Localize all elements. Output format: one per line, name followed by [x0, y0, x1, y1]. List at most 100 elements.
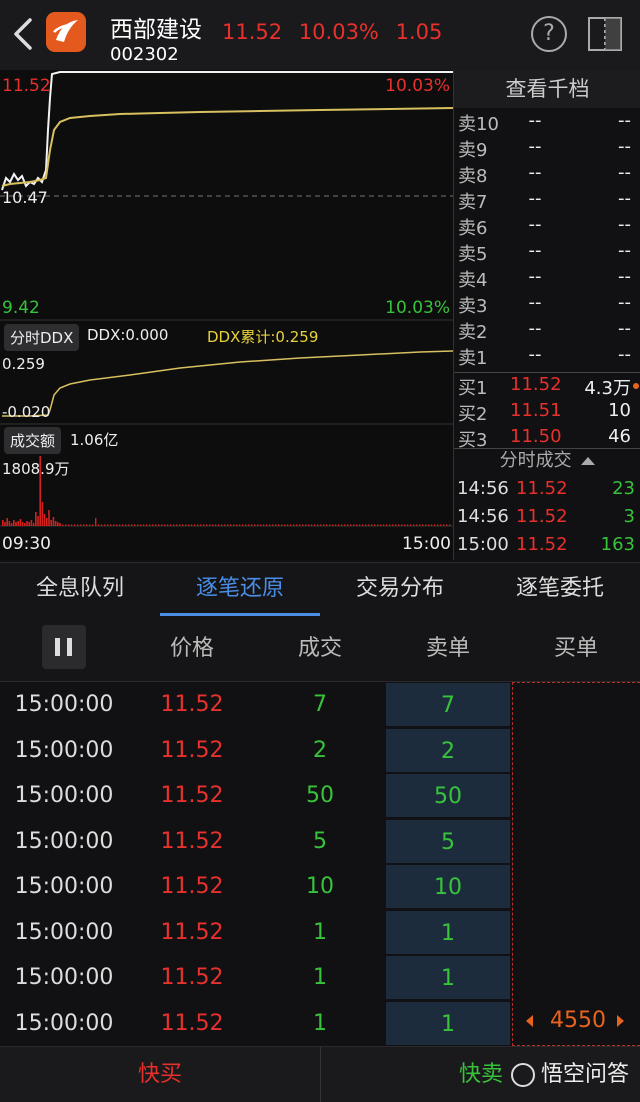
ask-volume: --	[618, 266, 631, 287]
pct-low-label: 10.03%	[385, 298, 450, 318]
volume-bar	[24, 523, 26, 526]
ask-label: 卖9	[458, 140, 488, 161]
ask-label: 卖1	[458, 348, 488, 369]
volume-bar	[353, 524, 355, 526]
row-sell: 1	[386, 910, 510, 954]
ask-row: 卖1 -- --	[454, 344, 640, 370]
volume-bar	[122, 524, 124, 526]
header-buy: 买单	[553, 636, 598, 661]
volume-bar	[77, 524, 79, 526]
ask-price: --	[528, 266, 542, 287]
amount-tab-button[interactable]: 成交额	[4, 427, 62, 454]
ask-volume: --	[618, 344, 631, 365]
ddx-tab-button[interactable]: 分时DDX	[4, 324, 80, 351]
tab-tick-restore[interactable]: 逐笔还原	[160, 563, 320, 617]
ddx-value: DDX:0.000	[87, 326, 169, 344]
back-arrow-icon[interactable]	[10, 16, 38, 52]
row-volume: 1	[313, 919, 327, 945]
bid-row: 买1 11.52 4.3万	[454, 374, 640, 400]
volume-bar	[257, 524, 259, 526]
tab-tick-orders[interactable]: 逐笔委托	[480, 563, 640, 617]
volume-bar	[296, 524, 298, 526]
volume-bar	[359, 524, 361, 526]
volume-bar	[227, 524, 229, 526]
volume-bar	[116, 524, 118, 526]
next-arrow-icon[interactable]	[617, 1015, 624, 1027]
row-time: 15:00:00	[14, 828, 114, 854]
watermark-text: 悟空问答	[541, 1062, 630, 1087]
volume-bar	[287, 524, 289, 526]
row-price: 11.52	[160, 737, 224, 763]
volume-bar	[206, 524, 208, 526]
volume-bar	[65, 524, 67, 526]
volume-bar	[164, 524, 166, 526]
quick-buy-button[interactable]: 快买	[0, 1047, 320, 1102]
volume-bar	[46, 518, 48, 526]
volume-bar	[143, 524, 145, 526]
change-amount: 1.05	[395, 20, 443, 44]
buy-order-column	[512, 682, 640, 1046]
volume-bar	[173, 524, 175, 526]
row-price: 11.52	[160, 965, 224, 990]
ask-row: 卖4 -- --	[454, 266, 640, 292]
volume-bar	[10, 523, 13, 526]
bid-volume: 10	[608, 400, 631, 421]
help-button[interactable]: ?	[531, 16, 567, 52]
row-time: 15:00:00	[14, 692, 114, 717]
volume-bar	[386, 524, 388, 526]
tab-trade-distribution[interactable]: 交易分布	[320, 563, 480, 617]
table-header: 价格 成交 卖单 买单	[0, 616, 640, 682]
ask-volume: --	[618, 214, 631, 235]
volume-bar	[89, 524, 91, 526]
trade-volume: 23	[612, 478, 635, 499]
volume-bar	[74, 524, 76, 526]
volume-bar	[188, 524, 190, 526]
row-time: 15:00:00	[14, 783, 114, 808]
volume-bar	[221, 524, 223, 526]
row-time: 15:00:00	[14, 965, 114, 990]
quick-sell-button[interactable]: 快卖 悟空问答	[320, 1047, 640, 1102]
row-sell: 10	[386, 865, 510, 908]
volume-bar	[248, 524, 250, 526]
ask-row: 卖9 -- --	[454, 136, 640, 162]
header-volume: 成交	[297, 636, 342, 661]
volume-bar	[335, 524, 337, 526]
ask-volume: --	[618, 318, 631, 339]
bid-volume: 4.3万	[584, 378, 631, 399]
volume-bar	[104, 524, 106, 526]
volume-bar	[356, 524, 358, 526]
bid-price: 11.51	[510, 400, 562, 421]
ask-volume: --	[618, 240, 631, 261]
view-depth-button[interactable]: 查看千档	[454, 70, 640, 108]
tab-full-queue[interactable]: 全息队列	[0, 563, 160, 617]
volume-bar	[50, 520, 52, 526]
volume-bar	[200, 524, 202, 526]
ask-price: --	[528, 292, 542, 313]
intraday-trades-title[interactable]: 分时成交	[454, 446, 640, 472]
volume-bar	[416, 524, 418, 526]
volume-bar	[260, 524, 262, 526]
volume-bar	[170, 524, 172, 526]
row-sell: 50	[386, 774, 510, 817]
bid-label: 买1	[458, 378, 488, 399]
volume-bar	[365, 524, 367, 526]
time-end-label: 15:00	[402, 534, 451, 554]
pause-button[interactable]	[42, 625, 86, 669]
prev-arrow-icon[interactable]	[526, 1015, 533, 1027]
ask-row: 卖5 -- --	[454, 240, 640, 266]
volume-bar	[134, 524, 136, 526]
volume-bar	[185, 524, 187, 526]
volume-bar	[71, 524, 73, 526]
volume-bar	[191, 524, 193, 526]
intraday-chart[interactable]: 11.52 10.03% 10.47 9.42 10.03% 分时DDX DDX…	[0, 70, 453, 560]
volume-bar	[317, 524, 319, 526]
ask-price: --	[528, 214, 542, 235]
layout-toggle-icon[interactable]	[585, 14, 625, 54]
volume-bar	[398, 524, 400, 526]
volume-bar	[41, 502, 44, 526]
ask-row: 卖7 -- --	[454, 188, 640, 214]
volume-bar	[275, 524, 277, 526]
volume-bar	[80, 524, 82, 526]
ask-volume: --	[618, 162, 631, 183]
wukong-logo-icon	[511, 1063, 535, 1087]
